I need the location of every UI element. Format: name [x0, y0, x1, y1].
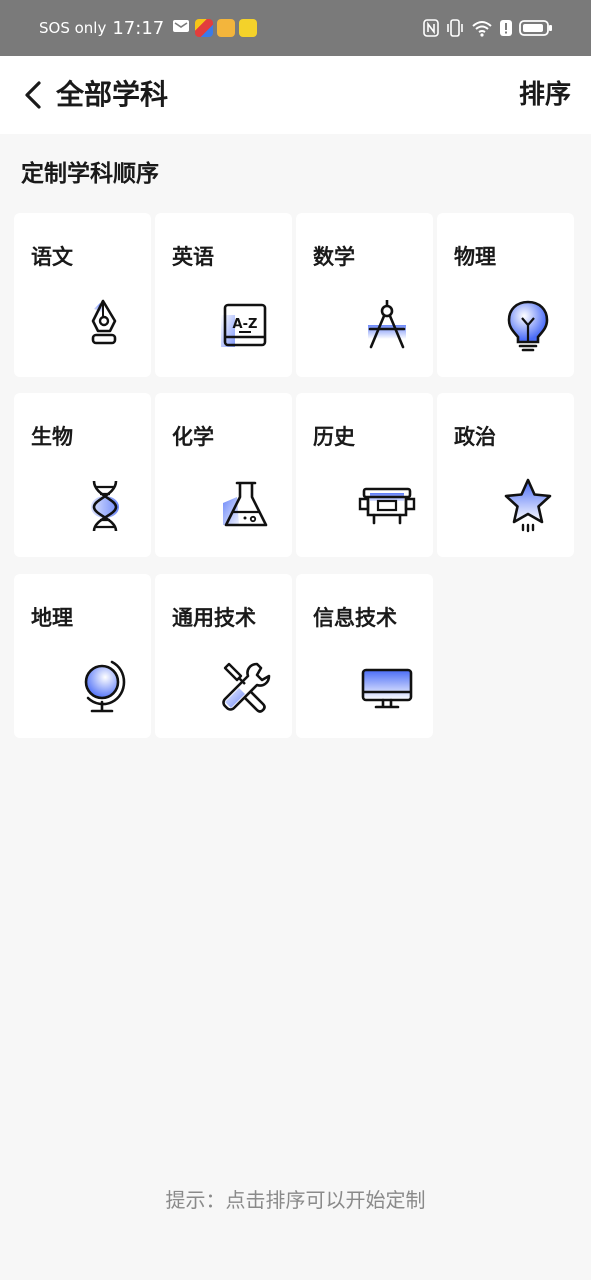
- nfc-icon: [423, 19, 439, 37]
- mail-icon: [172, 18, 190, 38]
- status-right: [423, 0, 553, 56]
- svg-text:A-Z: A-Z: [233, 317, 258, 332]
- app-notification-icon: [217, 19, 236, 37]
- subject-card-biology[interactable]: 生物: [14, 393, 151, 557]
- subject-card-general-technology[interactable]: 通用技术: [155, 574, 292, 738]
- app-header: 全部学科 排序: [0, 56, 591, 134]
- subject-label: 数学: [313, 245, 355, 269]
- dna-icon: [76, 477, 134, 535]
- subject-card-information-technology[interactable]: 信息技术: [296, 574, 433, 738]
- clock-time: 17:17: [112, 17, 165, 39]
- section-title: 定制学科顺序: [21, 161, 159, 187]
- subject-card-history[interactable]: 历史: [296, 393, 433, 557]
- status-bar: SOS only 17:17: [0, 0, 591, 56]
- subject-label: 历史: [313, 425, 355, 449]
- globe-icon: [76, 658, 134, 716]
- compass-icon: [358, 297, 416, 355]
- status-left: SOS only 17:17: [39, 0, 261, 56]
- sos-text: SOS only: [39, 19, 107, 37]
- back-arrow-icon: [25, 81, 41, 109]
- lightbulb-icon: [499, 297, 557, 355]
- pen-nib-icon: [76, 297, 134, 355]
- sort-button[interactable]: 排序: [519, 56, 571, 134]
- subject-card-chemistry[interactable]: 化学: [155, 393, 292, 557]
- subject-label: 地理: [31, 606, 73, 630]
- subject-card-math[interactable]: 数学: [296, 213, 433, 377]
- alert-icon: [499, 19, 513, 37]
- subject-card-physics[interactable]: 物理: [437, 213, 574, 377]
- subject-label: 信息技术: [313, 606, 397, 630]
- subject-card-english[interactable]: 英语 A-Z: [155, 213, 292, 377]
- app-notification-icon: [239, 19, 258, 37]
- subject-card-politics[interactable]: 政治: [437, 393, 574, 557]
- tools-icon: [217, 658, 275, 716]
- subject-label: 化学: [172, 425, 214, 449]
- subject-label: 通用技术: [172, 606, 256, 630]
- hint-text: 提示：点击排序可以开始定制: [165, 1188, 426, 1212]
- dictionary-icon: A-Z: [217, 297, 275, 355]
- back-button[interactable]: [18, 78, 48, 112]
- star-icon: [499, 477, 557, 535]
- bronze-vessel-icon: [358, 477, 416, 535]
- vibrate-icon: [445, 19, 465, 37]
- subject-label: 英语: [172, 245, 214, 269]
- subject-card-geography[interactable]: 地理: [14, 574, 151, 738]
- battery-icon: [519, 19, 553, 37]
- app-notification-icon: [195, 19, 214, 37]
- subject-label: 物理: [454, 245, 496, 269]
- monitor-icon: [358, 658, 416, 716]
- subject-card-chinese[interactable]: 语文: [14, 213, 151, 377]
- subject-label: 政治: [454, 425, 496, 449]
- wifi-icon: [471, 19, 493, 37]
- subject-label: 生物: [31, 425, 73, 449]
- flask-icon: [217, 477, 275, 535]
- page-title: 全部学科: [56, 78, 169, 111]
- subject-label: 语文: [31, 245, 73, 269]
